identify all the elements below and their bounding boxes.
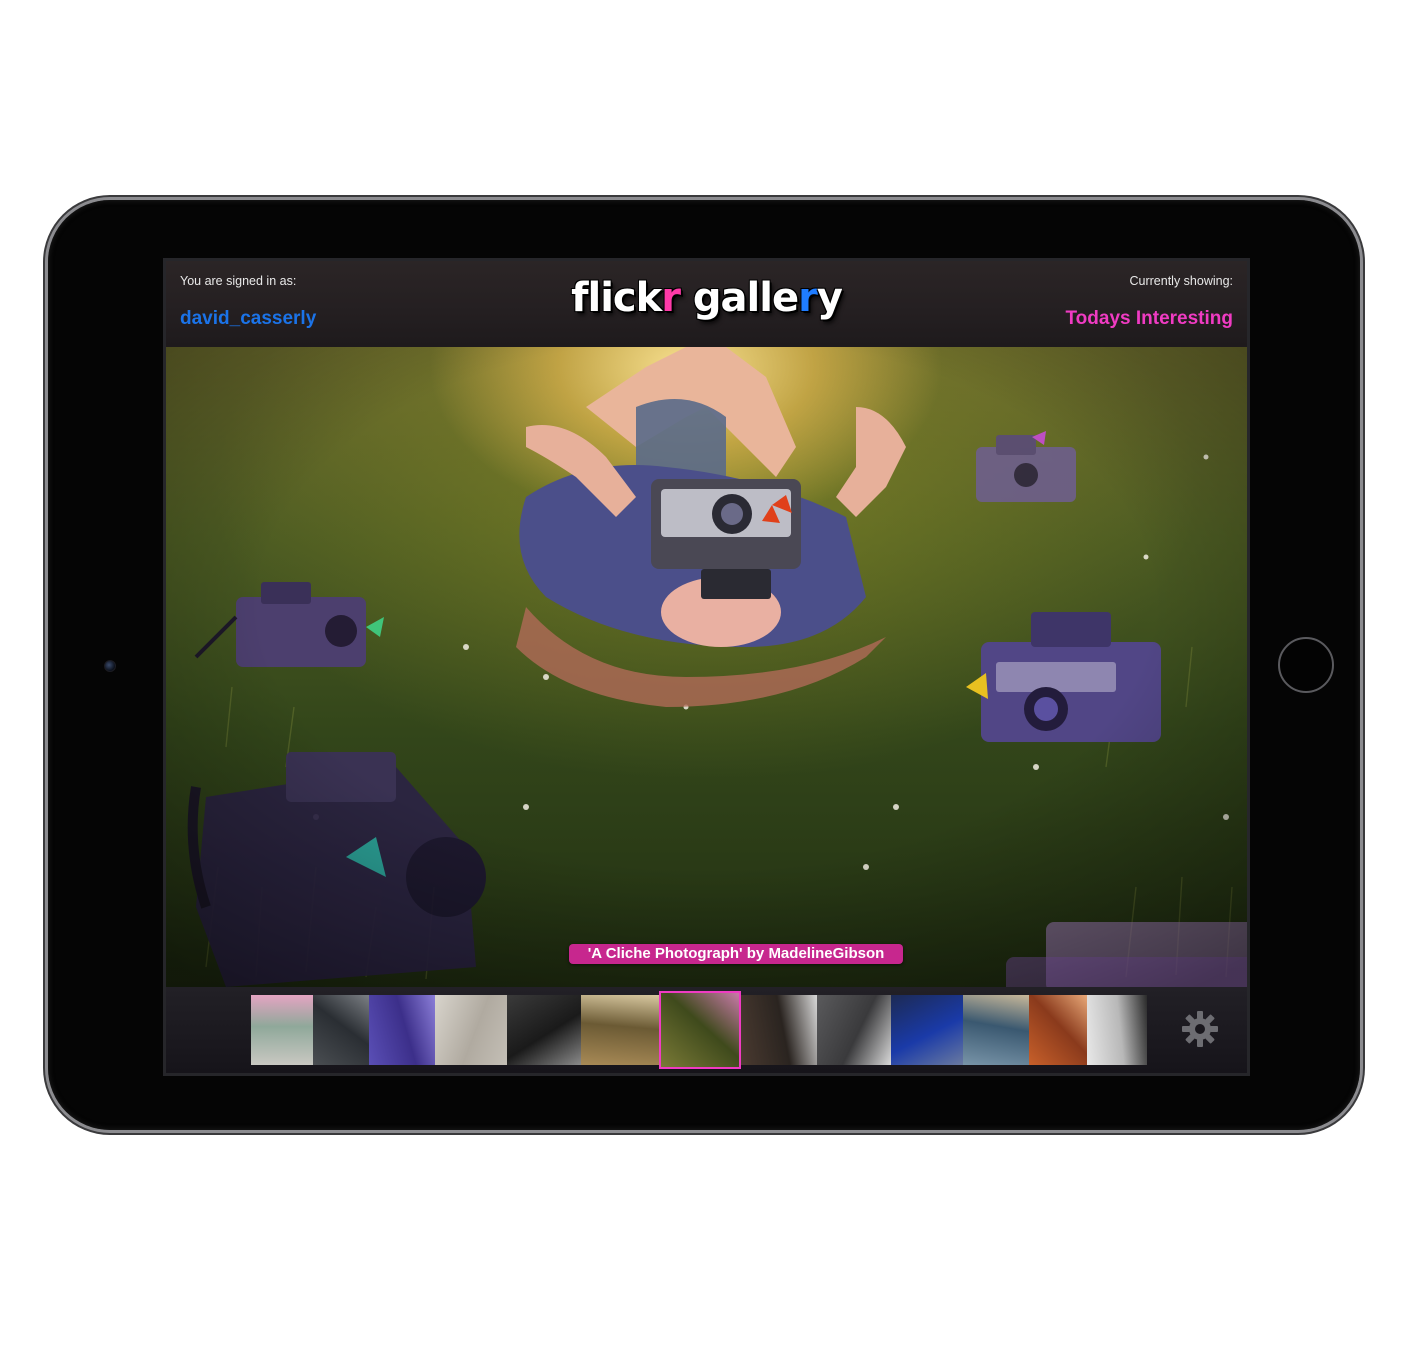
thumbnail[interactable] xyxy=(369,995,435,1065)
category-selector[interactable]: Todays Interesting xyxy=(1065,308,1233,330)
logo-text: galle xyxy=(679,275,799,321)
main-photo[interactable]: 'A Cliche Photograph' by MadelineGibson xyxy=(166,347,1247,987)
thumbnail[interactable] xyxy=(313,995,369,1065)
app-screen: You are signed in as: david_casserly fli… xyxy=(163,258,1250,1076)
thumbnail[interactable] xyxy=(507,995,581,1065)
thumbnail-filmstrip xyxy=(166,987,1247,1073)
currently-showing-label: Currently showing: xyxy=(1129,274,1233,288)
photo-caption: 'A Cliche Photograph' by MadelineGibson xyxy=(569,944,903,964)
thumbnail[interactable] xyxy=(741,995,817,1065)
thumbnail[interactable] xyxy=(817,995,891,1065)
front-camera xyxy=(104,660,116,672)
app-header: You are signed in as: david_casserly fli… xyxy=(166,261,1247,347)
home-button[interactable] xyxy=(1278,637,1334,693)
thumbnail[interactable] xyxy=(435,995,507,1065)
thumbnail-selected[interactable] xyxy=(659,991,741,1069)
thumbnail[interactable] xyxy=(1029,995,1087,1065)
tablet-device: You are signed in as: david_casserly fli… xyxy=(48,200,1360,1130)
thumbnail[interactable] xyxy=(1087,995,1147,1065)
thumbnail-list xyxy=(251,991,1147,1069)
thumbnail[interactable] xyxy=(581,995,659,1065)
thumbnail[interactable] xyxy=(251,995,313,1065)
logo-text: y xyxy=(816,275,843,321)
logo-text: flick xyxy=(571,275,662,321)
thumbnail[interactable] xyxy=(891,995,963,1065)
logo-text: r xyxy=(798,275,818,321)
logo-text: r xyxy=(661,275,681,321)
gear-icon[interactable] xyxy=(1180,1009,1220,1049)
thumbnail[interactable] xyxy=(963,995,1029,1065)
photo-illustration xyxy=(166,347,1247,987)
